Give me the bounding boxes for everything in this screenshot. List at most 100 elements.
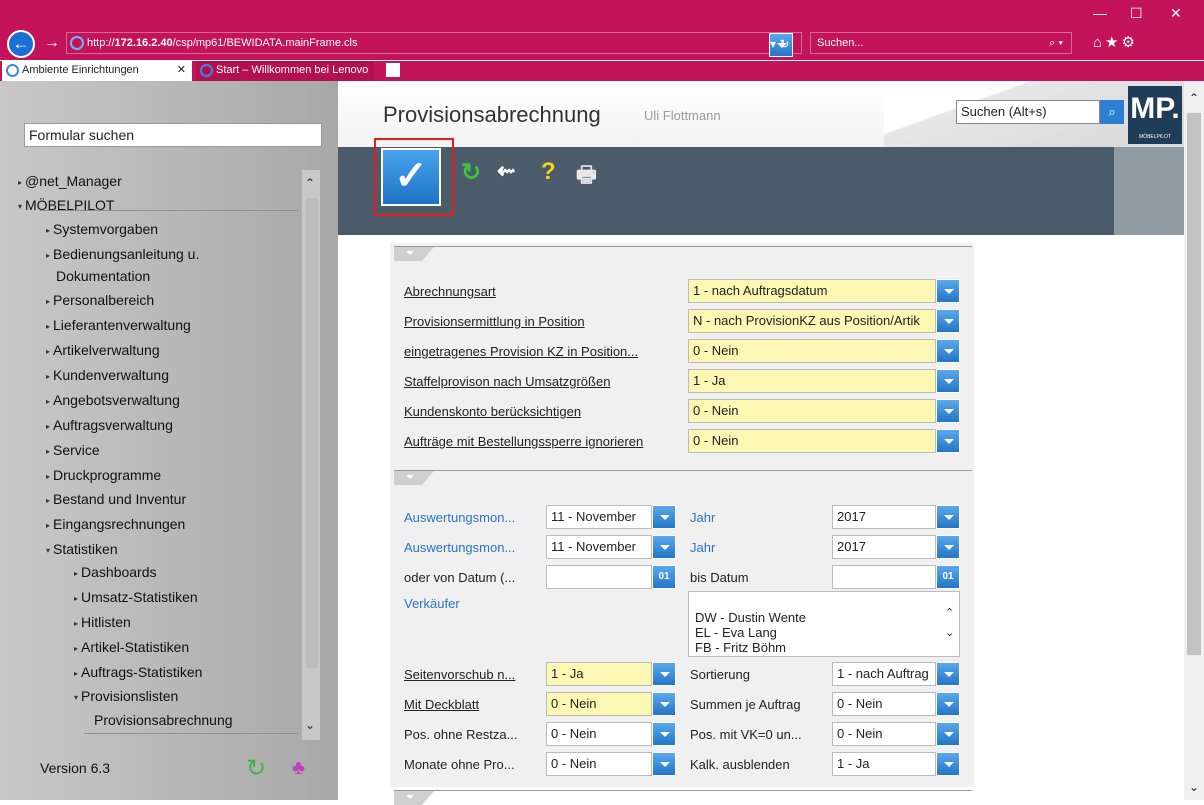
tab-ambiente[interactable]: Ambiente Einrichtungen ✕ [2, 61, 192, 81]
browser-toolbar-icons[interactable]: ⌂★⚙ [1093, 33, 1138, 51]
pos-vk-select[interactable]: 0 - Nein [832, 722, 936, 746]
refresh-icon[interactable]: ↻ [461, 158, 481, 187]
monate-ohne-provision-select[interactable]: 0 - Nein [546, 752, 652, 776]
sidebar-item-provisionsabrechnung[interactable]: Provisionsabrechnung [94, 712, 233, 728]
chevron-down-icon[interactable] [652, 752, 676, 776]
reload-icon[interactable]: ↻ [246, 754, 266, 783]
chevron-down-icon[interactable] [652, 722, 676, 746]
provision-kz-select[interactable]: 0 - Nein [688, 339, 936, 363]
kalk-ausblenden-select[interactable]: 1 - Ja [832, 752, 936, 776]
seitenvorschub-label[interactable]: Seitenvorschub n... [404, 667, 515, 682]
provision-kz-label[interactable]: eingetragenes Provision KZ in Position..… [404, 344, 638, 359]
maximize-icon[interactable]: ☐ [1130, 5, 1143, 22]
print-icon[interactable]: 🖶 [576, 158, 597, 196]
sidebar-item-auftrags-statistiken[interactable]: ▸ Auftrags-Statistiken [74, 664, 202, 680]
help-icon[interactable]: ? [541, 158, 556, 186]
provisionsermittlung-select[interactable]: N - nach ProvisionKZ aus Position/Artik [688, 309, 936, 333]
close-window-icon[interactable]: ✕ [1170, 5, 1182, 22]
deckblatt-label[interactable]: Mit Deckblatt [404, 697, 479, 712]
chevron-down-icon[interactable] [936, 722, 960, 746]
sidebar-item-bestand-inventur[interactable]: ▸ Bestand und Inventur [46, 491, 186, 507]
chevron-down-icon[interactable] [652, 505, 676, 529]
sortierung-select[interactable]: 1 - nach Auftrag [832, 662, 936, 686]
collapse-panel-toggle[interactable] [394, 791, 434, 805]
address-bar[interactable]: http://172.16.2.40/csp/mp61/BEWIDATA.mai… [66, 32, 802, 57]
jahr-bis-select[interactable]: 2017 [832, 535, 936, 559]
sidebar-item-personalbereich[interactable]: ▸ Personalbereich [46, 292, 154, 308]
sidebar-item-statistiken[interactable]: ▾ Statistiken [46, 541, 118, 557]
jahr-von-select[interactable]: 2017 [832, 505, 936, 529]
list-item[interactable]: FB - Fritz Böhm [695, 640, 786, 655]
summen-select[interactable]: 0 - Nein [832, 692, 936, 716]
sidebar-item-auftragsverwaltung[interactable]: ▸ Auftragsverwaltung [46, 417, 173, 433]
provisionsermittlung-label[interactable]: Provisionsermittlung in Position [404, 314, 585, 329]
back-arrow-icon[interactable]: ⇜ [497, 158, 515, 184]
scrollbar-thumb[interactable] [1187, 113, 1201, 655]
pin-icon[interactable]: ♣ [292, 757, 305, 780]
pos-ohne-restzahlung-select[interactable]: 0 - Nein [546, 722, 652, 746]
bestellungssperre-label[interactable]: Aufträge mit Bestellungssperre ignoriere… [404, 434, 643, 449]
deckblatt-select[interactable]: 0 - Nein [546, 692, 652, 716]
chevron-down-icon[interactable] [936, 309, 960, 333]
search-icon[interactable]: ⌕ ▾ [1049, 33, 1063, 53]
sidebar-item-lieferantenverwaltung[interactable]: ▸ Lieferantenverwaltung [46, 317, 191, 333]
seitenvorschub-select[interactable]: 1 - Ja [546, 662, 652, 686]
scroll-up-icon[interactable]: ⌃ [1189, 91, 1199, 105]
list-down-icon[interactable]: ⌄ [945, 626, 954, 639]
scroll-down-icon[interactable]: ⌄ [305, 718, 315, 732]
kundenskonto-label[interactable]: Kundenskonto berücksichtigen [404, 404, 581, 419]
staffelprovision-label[interactable]: Staffelprovison nach Umsatzgrößen [404, 374, 610, 389]
refresh-icon[interactable]: ▾ ↻ [769, 33, 793, 57]
tab-lenovo[interactable]: Start – Willkommen bei Lenovo [196, 61, 374, 81]
scroll-up-icon[interactable]: ⌃ [305, 176, 315, 190]
sidebar-item-umsatz-statistiken[interactable]: ▸ Umsatz-Statistiken [74, 589, 198, 605]
von-datum-input[interactable] [546, 565, 652, 589]
scrollbar-thumb[interactable] [306, 198, 318, 668]
sidebar-item-druckprogramme[interactable]: ▸ Druckprogramme [46, 467, 161, 483]
chevron-down-icon[interactable] [936, 692, 960, 716]
chevron-down-icon[interactable] [936, 535, 960, 559]
chevron-down-icon[interactable] [936, 399, 960, 423]
bestellungssperre-select[interactable]: 0 - Nein [688, 429, 936, 453]
staffelprovision-select[interactable]: 1 - Ja [688, 369, 936, 393]
chevron-down-icon[interactable] [936, 505, 960, 529]
list-item[interactable]: EL - Eva Lang [695, 625, 777, 640]
verkaeufer-list[interactable]: DW - Dustin Wente EL - Eva Lang FB - Fri… [688, 591, 960, 657]
abrechnungsart-select[interactable]: 1 - nach Auftragsdatum [688, 279, 936, 303]
sidebar-item-dashboards[interactable]: ▸ Dashboards [74, 564, 157, 580]
bis-datum-input[interactable] [832, 565, 936, 589]
quick-search-button[interactable]: ⌕ [1100, 100, 1124, 124]
sidebar-item-net-manager[interactable]: ▸ @net_Manager [18, 173, 122, 189]
new-tab-button[interactable] [386, 63, 400, 77]
browser-search-input[interactable]: Suchen... ⌕ ▾ [810, 32, 1072, 54]
sidebar-item-angebotsverwaltung[interactable]: ▸ Angebotsverwaltung [46, 392, 180, 408]
sidebar-item-systemvorgaben[interactable]: ▸ Systemvorgaben [46, 221, 158, 237]
abrechnungsart-label[interactable]: Abrechnungsart [404, 284, 496, 299]
list-up-icon[interactable]: ⌃ [945, 606, 954, 619]
sidebar-item-kundenverwaltung[interactable]: ▸ Kundenverwaltung [46, 367, 169, 383]
chevron-down-icon[interactable] [936, 369, 960, 393]
chevron-down-icon[interactable] [652, 535, 676, 559]
chevron-down-icon[interactable] [936, 662, 960, 686]
chevron-down-icon[interactable] [652, 692, 676, 716]
sidebar-item-dokumentation[interactable]: Dokumentation [56, 268, 150, 284]
calendar-icon[interactable]: 01 [936, 565, 960, 589]
auswertungsmonat-bis-select[interactable]: 11 - November [546, 535, 652, 559]
ok-button[interactable]: ✓ [381, 148, 441, 206]
chevron-down-icon[interactable] [936, 752, 960, 776]
sidebar-scrollbar[interactable]: ⌃ ⌄ [302, 170, 320, 740]
list-item[interactable]: DW - Dustin Wente [695, 610, 806, 625]
sidebar-item-hitlisten[interactable]: ▸ Hitlisten [74, 614, 131, 630]
sidebar-item-service[interactable]: ▸ Service [46, 442, 100, 458]
calendar-icon[interactable]: 01 [652, 565, 676, 589]
sidebar-item-eingangsrechnungen[interactable]: ▸ Eingangsrechnungen [46, 516, 185, 532]
chevron-down-icon[interactable] [936, 339, 960, 363]
close-tab-icon[interactable]: ✕ [177, 61, 186, 79]
sidebar-item-bedienungsanleitung[interactable]: ▸ Bedienungsanleitung u. [46, 246, 199, 262]
page-scrollbar[interactable]: ⌃ ⌄ [1184, 81, 1204, 800]
scroll-down-icon[interactable]: ⌄ [1189, 780, 1199, 794]
back-button[interactable]: ← [7, 30, 35, 58]
chevron-down-icon[interactable] [936, 279, 960, 303]
sidebar-item-provisionslisten[interactable]: ▾ Provisionslisten [74, 688, 178, 704]
kundenskonto-select[interactable]: 0 - Nein [688, 399, 936, 423]
